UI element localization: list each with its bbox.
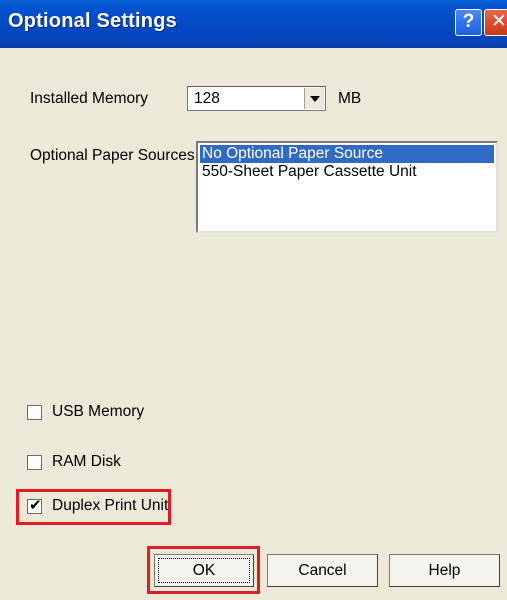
usb-memory-label: USB Memory (52, 403, 145, 420)
checkmark-icon: ✔ (29, 497, 42, 514)
cancel-button[interactable]: Cancel (267, 554, 378, 587)
help-button-label: Help (428, 562, 461, 579)
cancel-button-label: Cancel (298, 562, 347, 579)
optional-settings-dialog: Optional Settings ? ✕ Installed Memory 1… (0, 0, 507, 600)
installed-memory-dropdown[interactable]: 128 (187, 86, 326, 111)
help-button[interactable]: Help (389, 554, 500, 587)
installed-memory-label: Installed Memory (30, 90, 149, 107)
paper-sources-listbox[interactable]: No Optional Paper Source 550-Sheet Paper… (196, 141, 498, 233)
duplex-print-unit-checkbox[interactable]: ✔ (27, 497, 42, 514)
ok-button[interactable]: OK (154, 554, 254, 587)
installed-memory-value: 128 (194, 90, 220, 107)
dialog-title: Optional Settings (8, 10, 177, 32)
chevron-down-icon[interactable] (304, 88, 324, 109)
title-bar[interactable]: Optional Settings ? ✕ (0, 0, 507, 48)
usb-memory-checkbox[interactable] (27, 405, 42, 420)
help-icon[interactable]: ? (455, 9, 482, 36)
focus-ring (158, 558, 250, 583)
list-item[interactable]: 550-Sheet Paper Cassette Unit (200, 163, 494, 181)
list-item[interactable]: No Optional Paper Source (200, 145, 494, 163)
duplex-print-unit-label: Duplex Print Unit (52, 497, 169, 514)
close-icon[interactable]: ✕ (484, 9, 507, 36)
ram-disk-label: RAM Disk (52, 453, 121, 470)
optional-paper-sources-label: Optional Paper Sources (30, 147, 195, 164)
ram-disk-checkbox[interactable] (27, 455, 42, 470)
memory-unit-label: MB (338, 90, 362, 107)
